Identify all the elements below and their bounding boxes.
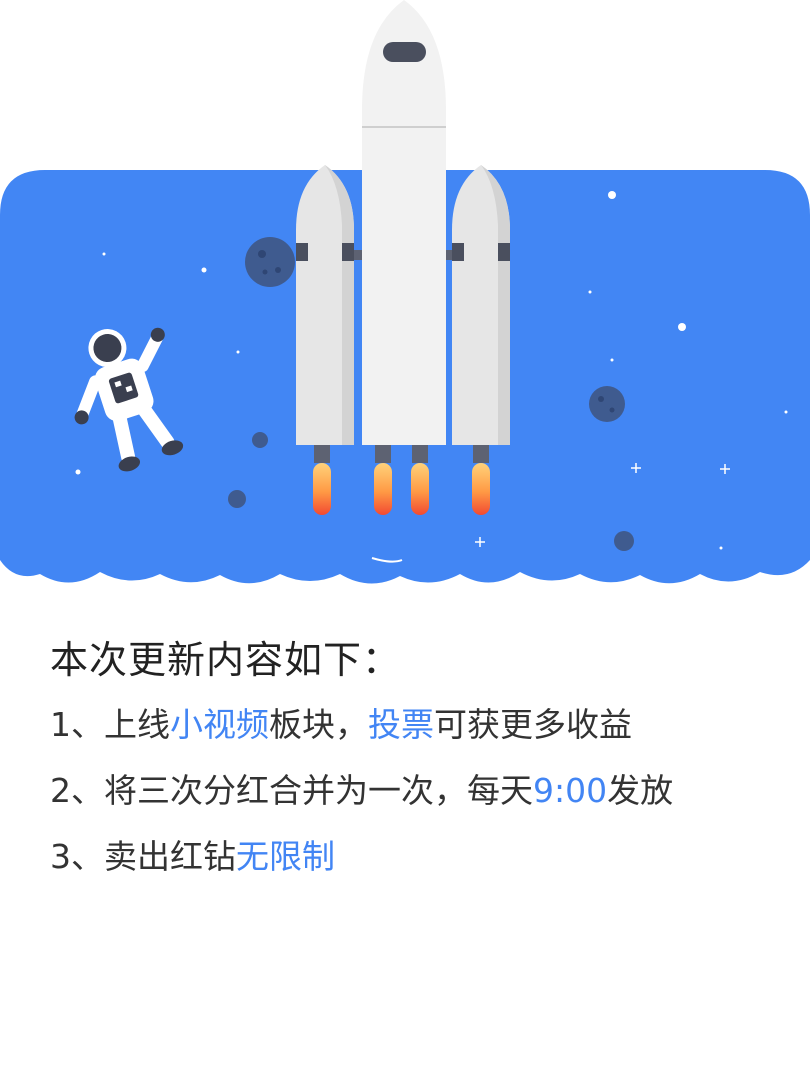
rocket-illustration <box>296 0 510 515</box>
highlight-text: 投票 <box>368 705 434 744</box>
list-item: 1、上线小视频板块，投票可获更多收益 <box>50 692 790 758</box>
list-item-text: 可获更多收益 <box>434 705 632 744</box>
list-item-text: 3、卖出红钻 <box>50 837 236 876</box>
page-title: 本次更新内容如下： <box>50 638 402 682</box>
highlight-text: 无限制 <box>236 837 335 876</box>
update-notes: 本次更新内容如下： 1、上线小视频板块，投票可获更多收益 2、将三次分红合并为一次… <box>50 628 790 890</box>
highlight-text: 9:00 <box>533 771 608 810</box>
hero-illustration <box>0 0 810 600</box>
list-item-text: 1、上线 <box>50 705 170 744</box>
update-list: 1、上线小视频板块，投票可获更多收益 2、将三次分红合并为一次，每天9:00发放 3… <box>50 692 790 890</box>
list-item: 2、将三次分红合并为一次，每天9:00发放 <box>50 758 790 824</box>
list-item-text: 2、将三次分红合并为一次，每天 <box>50 771 533 810</box>
list-item-text: 板块， <box>269 705 368 744</box>
list-item-text: 发放 <box>607 771 674 810</box>
list-item: 3、卖出红钻无限制 <box>50 824 790 890</box>
highlight-text: 小视频 <box>170 705 269 744</box>
